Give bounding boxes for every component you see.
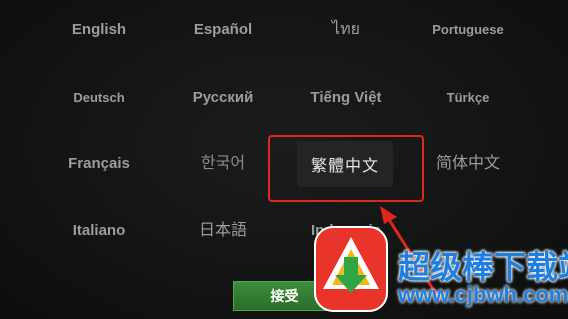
language-option-russian[interactable]: Русский — [152, 88, 294, 108]
watermark-logo-icon — [314, 226, 388, 312]
language-option-italian[interactable]: Italiano — [28, 221, 170, 241]
language-option-simplified-chinese[interactable]: 简体中文 — [397, 154, 539, 174]
language-option-turkish[interactable]: Türkçe — [397, 88, 539, 108]
language-option-english[interactable]: English — [28, 20, 170, 40]
language-option-espanol[interactable]: Español — [152, 20, 294, 40]
language-option-thai[interactable]: ไทย — [275, 20, 417, 40]
language-option-traditional-chinese[interactable]: 繁體中文 — [297, 141, 393, 187]
language-option-vietnamese[interactable]: Tiếng Việt — [275, 88, 417, 108]
language-selection-screen: English Español ไทย Portuguese Deutsch Р… — [0, 0, 568, 319]
watermark-url: www.cjbwh.com — [398, 282, 568, 307]
language-option-deutsch[interactable]: Deutsch — [28, 88, 170, 108]
language-option-french[interactable]: Français — [28, 154, 170, 174]
language-option-japanese[interactable]: 日本語 — [152, 221, 294, 241]
language-option-portuguese[interactable]: Portuguese — [397, 20, 539, 40]
